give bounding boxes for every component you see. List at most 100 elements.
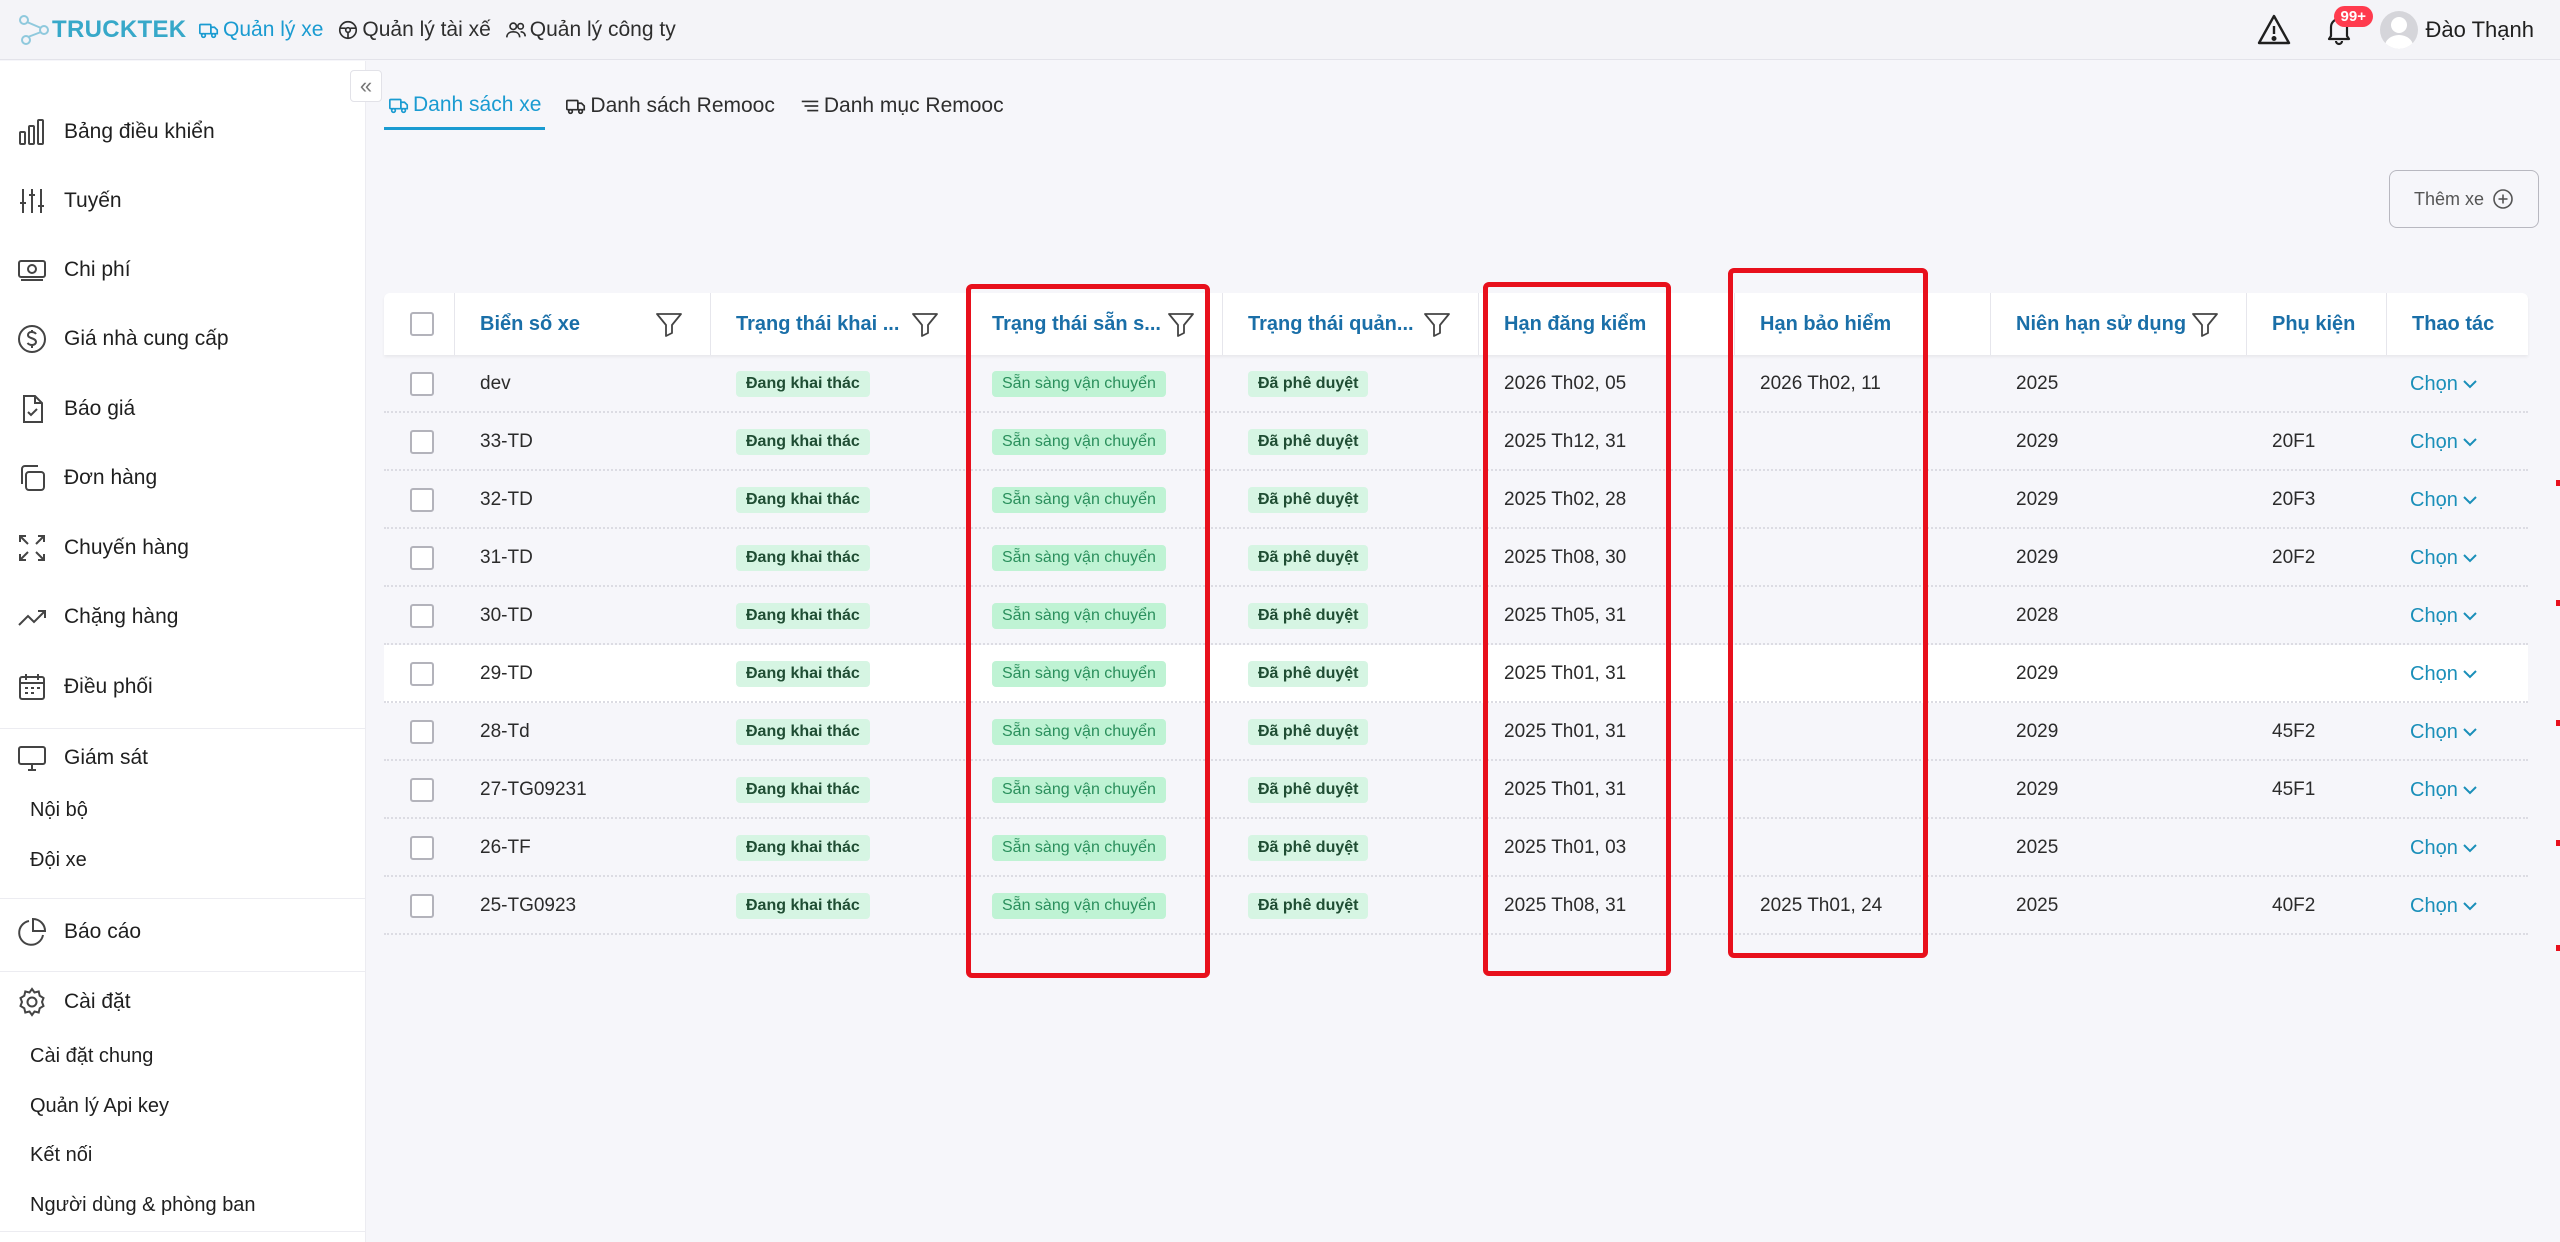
filter-icon[interactable] xyxy=(910,309,940,339)
sidebar-item-reports[interactable]: Báo cáo xyxy=(0,909,366,955)
row-checkbox-cell[interactable] xyxy=(410,877,434,935)
collapse-sidebar-button[interactable]: « xyxy=(350,70,382,102)
table-row[interactable]: 26-TF Đang khai thác Sẵn sàng vận chuyển Đã… xyxy=(384,819,2528,877)
row-checkbox-cell[interactable] xyxy=(410,355,434,413)
sidebar-item-orders[interactable]: Đơn hàng xyxy=(0,455,366,501)
topnav-vehicle-management[interactable]: Quản lý xe xyxy=(198,18,323,42)
table-row[interactable]: dev Đang khai thác Sẵn sàng vận chuyển Đã p… xyxy=(384,355,2528,413)
row-action-select[interactable]: Chọn xyxy=(2410,413,2480,471)
sidebar-item-costs[interactable]: Chi phí xyxy=(0,247,366,293)
sidebar-item-shipments[interactable]: Chuyến hàng xyxy=(0,525,366,571)
filter-icon[interactable] xyxy=(2190,309,2220,339)
row-action-select[interactable]: Chọn xyxy=(2410,761,2480,819)
row-checkbox-cell[interactable] xyxy=(410,587,434,645)
action-dropdown[interactable]: Chọn xyxy=(2410,837,2480,860)
row-checkbox-cell[interactable] xyxy=(410,761,434,819)
sidebar-subitem-internal[interactable]: Nội bộ xyxy=(30,792,88,828)
column-header-management-status[interactable]: Trạng thái quản... xyxy=(1248,293,1414,355)
row-checkbox[interactable] xyxy=(410,604,434,628)
row-checkbox[interactable] xyxy=(410,430,434,454)
user-name[interactable]: Đào Thạnh xyxy=(2426,17,2534,43)
action-dropdown[interactable]: Chọn xyxy=(2410,721,2480,744)
column-header-ready-status[interactable]: Trạng thái sẵn s... xyxy=(992,293,1161,355)
sidebar-subitem-general-settings[interactable]: Cài đặt chung xyxy=(30,1038,153,1074)
column-header-insurance-deadline[interactable]: Hạn bảo hiểm xyxy=(1760,293,1891,355)
select-all-checkbox[interactable] xyxy=(410,293,434,355)
action-dropdown[interactable]: Chọn xyxy=(2410,547,2480,570)
sidebar-subitem-api-key[interactable]: Quản lý Api key xyxy=(30,1088,169,1124)
table-row[interactable]: 33-TD Đang khai thác Sẵn sàng vận chuyển Đã… xyxy=(384,413,2528,471)
sidebar-item-quotes[interactable]: Báo giá xyxy=(0,386,366,432)
column-header-plate[interactable]: Biển số xe xyxy=(480,293,580,355)
tab-vehicle-list[interactable]: Danh sách xe xyxy=(384,82,546,130)
action-dropdown[interactable]: Chọn xyxy=(2410,489,2480,512)
sidebar-item-dashboard[interactable]: Bảng điều khiển xyxy=(0,109,366,155)
plate-cell: 33-TD xyxy=(480,431,533,452)
row-checkbox[interactable] xyxy=(410,372,434,396)
sidebar-item-supplier-prices[interactable]: Giá nhà cung cấp xyxy=(0,316,366,362)
action-dropdown[interactable]: Chọn xyxy=(2410,663,2480,686)
checkbox[interactable] xyxy=(410,312,434,336)
sidebar-item-settings[interactable]: Cài đặt xyxy=(0,979,366,1025)
table-row[interactable]: 29-TD Đang khai thác Sẵn sàng vận chuyển Đã… xyxy=(384,645,2528,703)
column-header-accessories[interactable]: Phụ kiện xyxy=(2272,293,2355,355)
sidebar-subitem-users-departments[interactable]: Người dùng & phòng ban xyxy=(30,1187,256,1223)
filter-icon[interactable] xyxy=(1166,309,1196,339)
table-row[interactable]: 28-Td Đang khai thác Sẵn sàng vận chuyển Đã… xyxy=(384,703,2528,761)
table-row[interactable]: 32-TD Đang khai thác Sẵn sàng vận chuyển Đã… xyxy=(384,471,2528,529)
row-checkbox-cell[interactable] xyxy=(410,471,434,529)
row-checkbox[interactable] xyxy=(410,720,434,744)
row-checkbox[interactable] xyxy=(410,662,434,686)
row-checkbox[interactable] xyxy=(410,836,434,860)
row-checkbox-cell[interactable] xyxy=(410,645,434,703)
sidebar-item-monitoring[interactable]: Giám sát xyxy=(0,735,366,781)
sidebar-item-routes[interactable]: Tuyến xyxy=(0,178,366,224)
row-action-select[interactable]: Chọn xyxy=(2410,355,2480,413)
filter-icon[interactable] xyxy=(654,309,684,339)
row-action-select[interactable]: Chọn xyxy=(2410,587,2480,645)
sidebar-subitem-connections[interactable]: Kết nối xyxy=(30,1137,92,1173)
notification-button[interactable]: 99+ xyxy=(2322,6,2373,48)
action-dropdown[interactable]: Chọn xyxy=(2410,779,2480,802)
row-checkbox-cell[interactable] xyxy=(410,413,434,471)
status-badge: Đã phê duyệt xyxy=(1248,545,1369,571)
add-vehicle-button[interactable]: Thêm xe xyxy=(2389,170,2539,228)
row-action-select[interactable]: Chọn xyxy=(2410,877,2480,935)
row-action-select[interactable]: Chọn xyxy=(2410,471,2480,529)
ready-status-cell: Sẵn sàng vận chuyển xyxy=(992,471,1166,529)
tab-remooc-list[interactable]: Danh sách Remooc xyxy=(561,82,778,130)
row-checkbox[interactable] xyxy=(410,546,434,570)
row-action-select[interactable]: Chọn xyxy=(2410,703,2480,761)
warning-icon[interactable] xyxy=(2256,12,2292,48)
action-dropdown[interactable]: Chọn xyxy=(2410,895,2480,918)
brand-logo[interactable]: TRUCKTEK xyxy=(18,14,198,46)
sidebar-item-legs[interactable]: Chặng hàng xyxy=(0,594,366,640)
column-header-operation-status[interactable]: Trạng thái khai ... xyxy=(736,293,899,355)
action-dropdown[interactable]: Chọn xyxy=(2410,373,2480,396)
table-row[interactable]: 25-TG0923 Đang khai thác Sẵn sàng vận chuy… xyxy=(384,877,2528,935)
row-action-select[interactable]: Chọn xyxy=(2410,819,2480,877)
row-action-select[interactable]: Chọn xyxy=(2410,529,2480,587)
row-checkbox[interactable] xyxy=(410,488,434,512)
avatar[interactable] xyxy=(2379,11,2418,49)
row-checkbox-cell[interactable] xyxy=(410,529,434,587)
row-checkbox-cell[interactable] xyxy=(410,703,434,761)
row-checkbox-cell[interactable] xyxy=(410,819,434,877)
row-checkbox[interactable] xyxy=(410,778,434,802)
sidebar-item-dispatch[interactable]: Điều phối xyxy=(0,664,366,710)
table-row[interactable]: 30-TD Đang khai thác Sẵn sàng vận chuyển Đã… xyxy=(384,587,2528,645)
table-row[interactable]: 27-TG09231 Đang khai thác Sẵn sàng vận chu… xyxy=(384,761,2528,819)
column-header-service-life[interactable]: Niên hạn sử dụng xyxy=(2016,293,2186,355)
action-dropdown[interactable]: Chọn xyxy=(2410,431,2480,454)
topnav-company-management[interactable]: Quản lý công ty xyxy=(505,18,676,42)
sidebar-subitem-fleet[interactable]: Đội xe xyxy=(30,842,87,878)
topnav-driver-management[interactable]: Quản lý tài xế xyxy=(337,18,491,42)
tab-remooc-catalog[interactable]: Danh mục Remooc xyxy=(795,82,1008,130)
row-checkbox[interactable] xyxy=(410,894,434,918)
column-header-inspection-deadline[interactable]: Hạn đăng kiểm xyxy=(1504,293,1646,355)
filter-icon[interactable] xyxy=(1422,309,1452,339)
chevron-down-icon xyxy=(2463,554,2477,563)
action-dropdown[interactable]: Chọn xyxy=(2410,605,2480,628)
table-row[interactable]: 31-TD Đang khai thác Sẵn sàng vận chuyển Đã… xyxy=(384,529,2528,587)
row-action-select[interactable]: Chọn xyxy=(2410,645,2480,703)
